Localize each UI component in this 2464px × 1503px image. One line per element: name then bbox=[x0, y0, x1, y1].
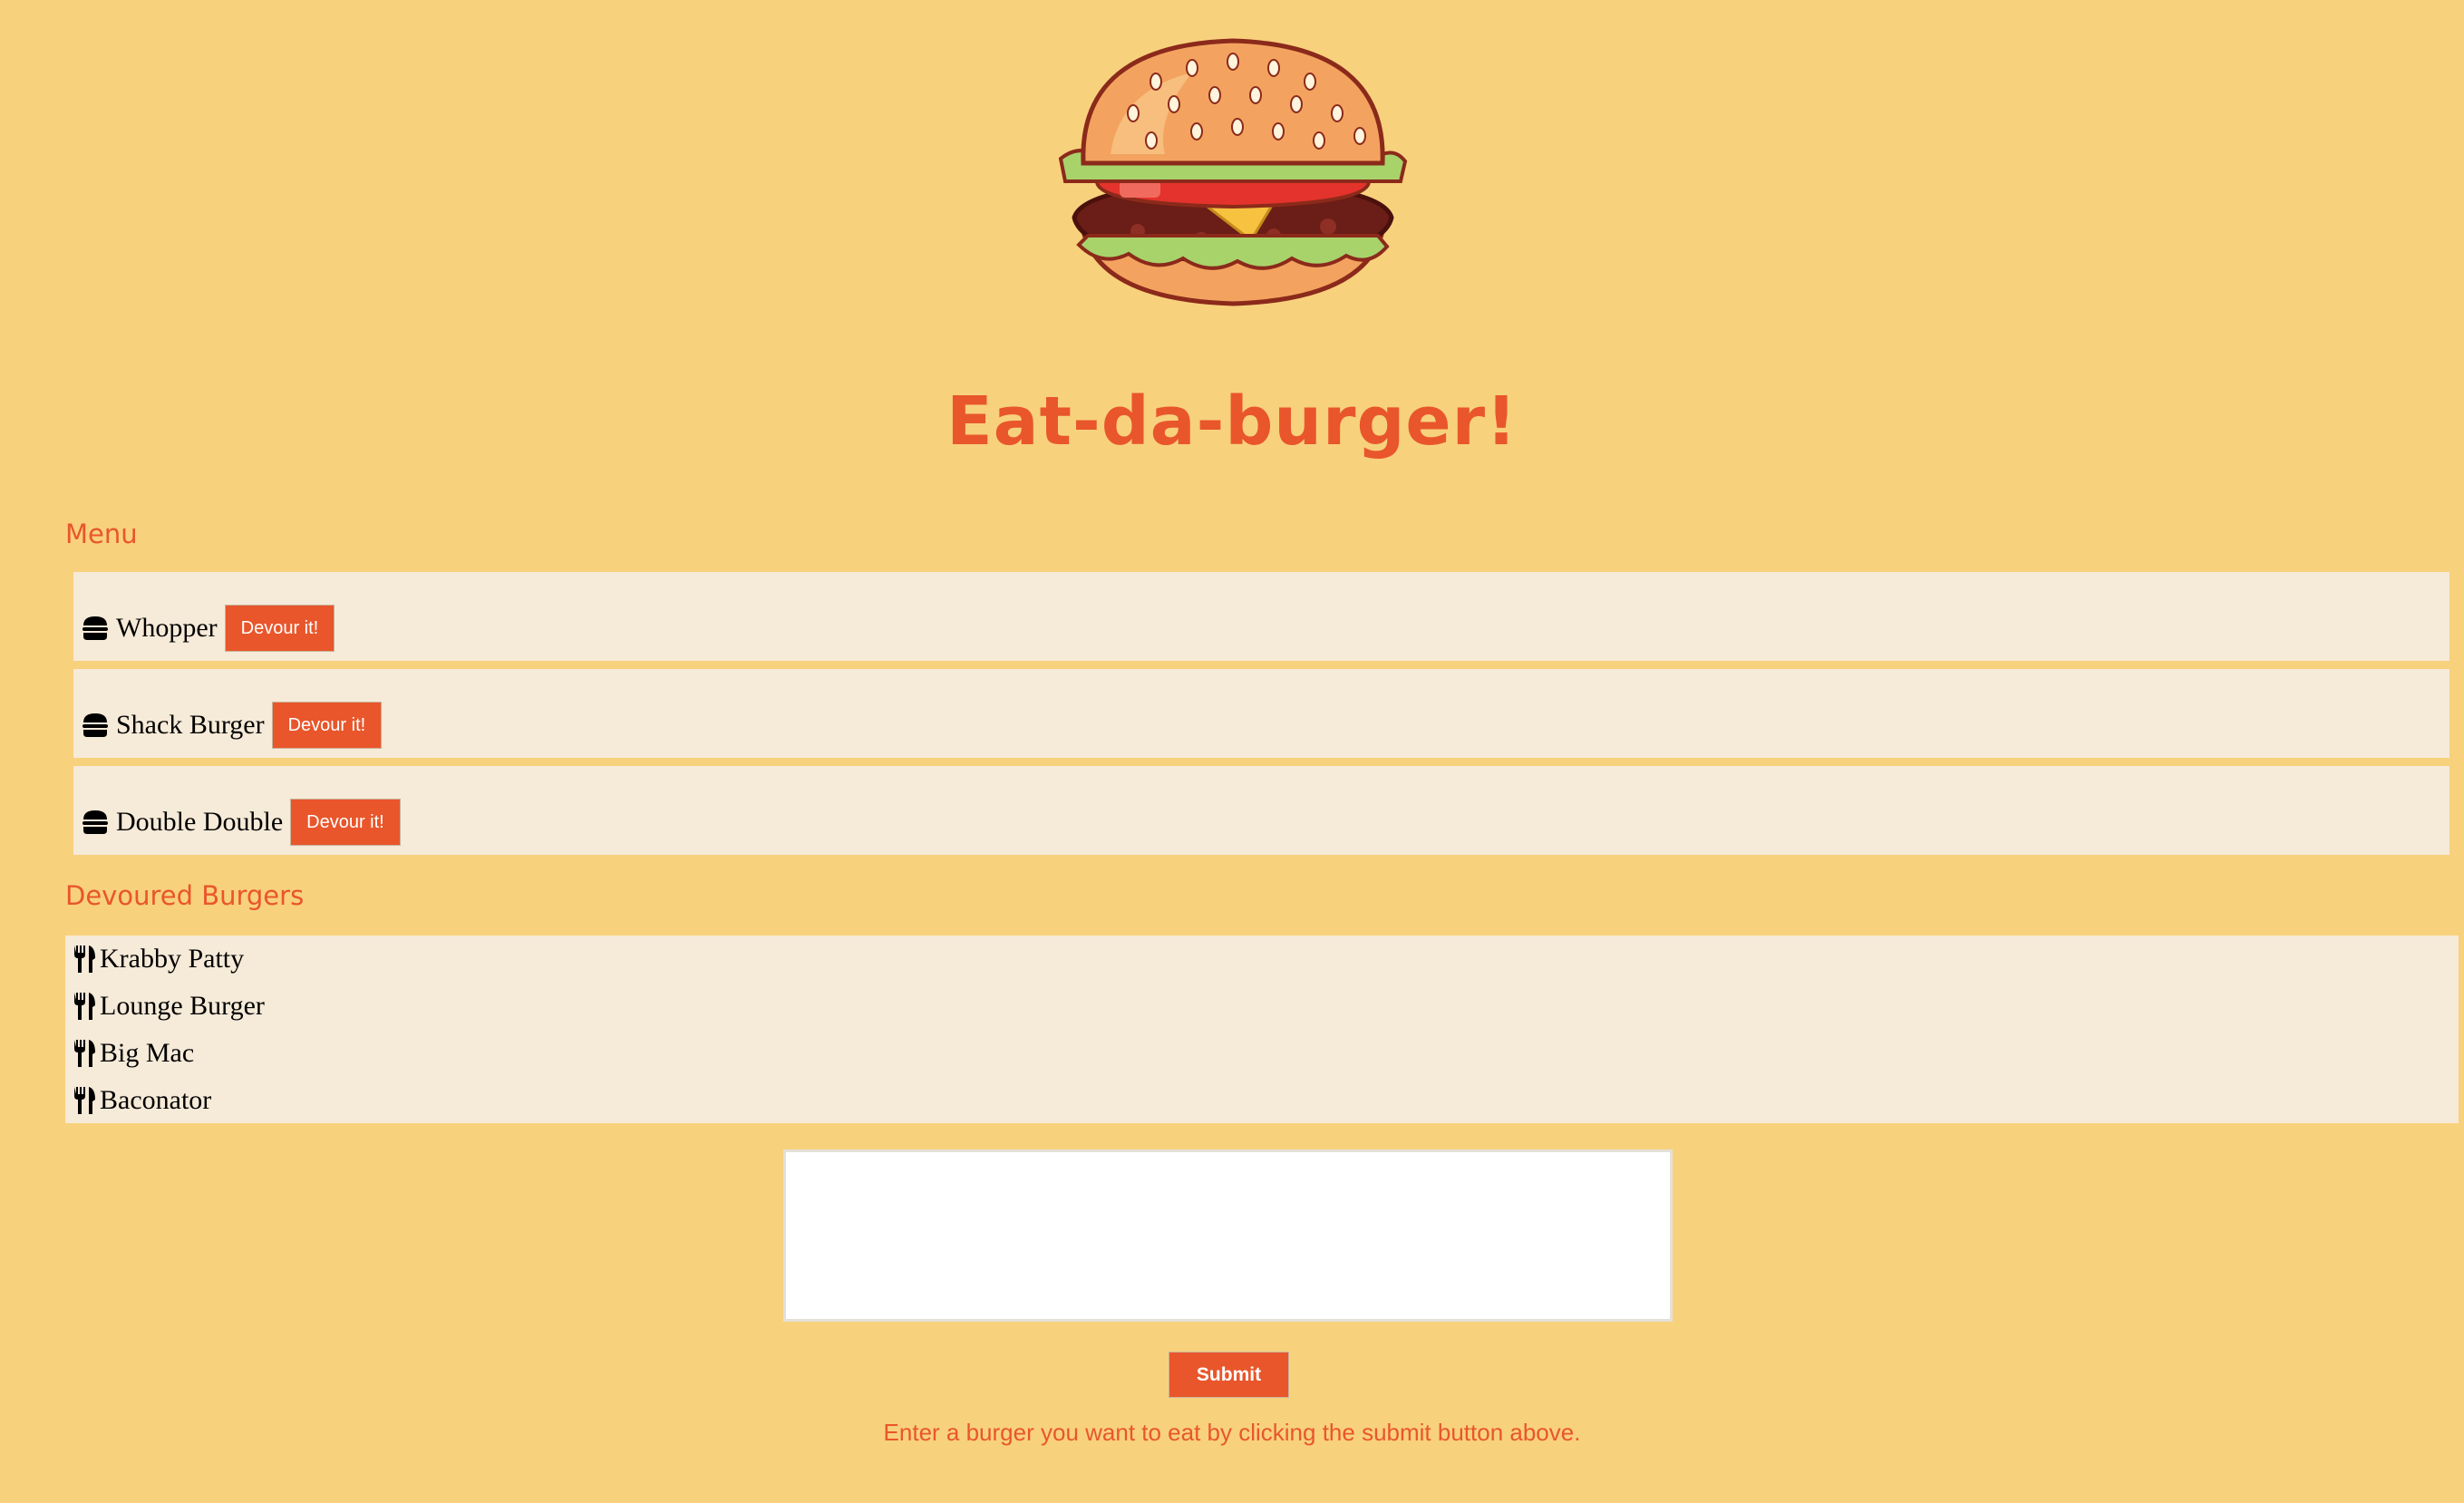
devoured-heading: Devoured Burgers bbox=[65, 880, 305, 911]
devour-button[interactable]: Devour it! bbox=[224, 605, 335, 652]
burger-name-input[interactable] bbox=[783, 1149, 1673, 1322]
menu-item-name: Double Double bbox=[116, 807, 284, 837]
devoured-item-name: Lounge Burger bbox=[100, 991, 265, 1021]
submit-button[interactable]: Submit bbox=[1169, 1352, 1289, 1398]
devoured-item: Baconator bbox=[65, 1077, 2459, 1124]
devoured-item: Lounge Burger bbox=[65, 983, 2459, 1030]
devoured-item: Big Mac bbox=[65, 1030, 2459, 1077]
hamburger-icon bbox=[82, 616, 109, 641]
burger-logo-image bbox=[1056, 36, 1410, 313]
devour-button[interactable]: Devour it! bbox=[290, 799, 401, 846]
devoured-item-name: Baconator bbox=[100, 1085, 212, 1115]
help-text: Enter a burger you want to eat by clicki… bbox=[883, 1419, 1581, 1446]
hamburger-icon bbox=[82, 713, 109, 738]
menu-heading: Menu bbox=[65, 519, 138, 549]
devoured-item: Krabby Patty bbox=[65, 936, 2459, 983]
devour-button[interactable]: Devour it! bbox=[271, 702, 383, 749]
utensils-icon bbox=[73, 945, 96, 974]
menu-item: Whopper Devour it! bbox=[73, 572, 2449, 661]
devoured-item-name: Krabby Patty bbox=[100, 944, 245, 974]
menu-item: Shack Burger Devour it! bbox=[73, 669, 2449, 758]
devoured-item-name: Big Mac bbox=[100, 1038, 195, 1068]
utensils-icon bbox=[73, 1039, 96, 1068]
devoured-list: Krabby Patty Lounge Burger Big Mac Bacon… bbox=[65, 936, 2459, 1123]
page-title: Eat-da-burger! bbox=[946, 383, 1518, 461]
menu-list: Whopper Devour it! Shack Burger Devour i… bbox=[73, 572, 2449, 863]
menu-item-name: Whopper bbox=[116, 613, 218, 643]
menu-item-name: Shack Burger bbox=[116, 710, 265, 740]
hamburger-icon bbox=[82, 810, 109, 835]
utensils-icon bbox=[73, 992, 96, 1021]
utensils-icon bbox=[73, 1086, 96, 1115]
menu-item: Double Double Devour it! bbox=[73, 766, 2449, 855]
